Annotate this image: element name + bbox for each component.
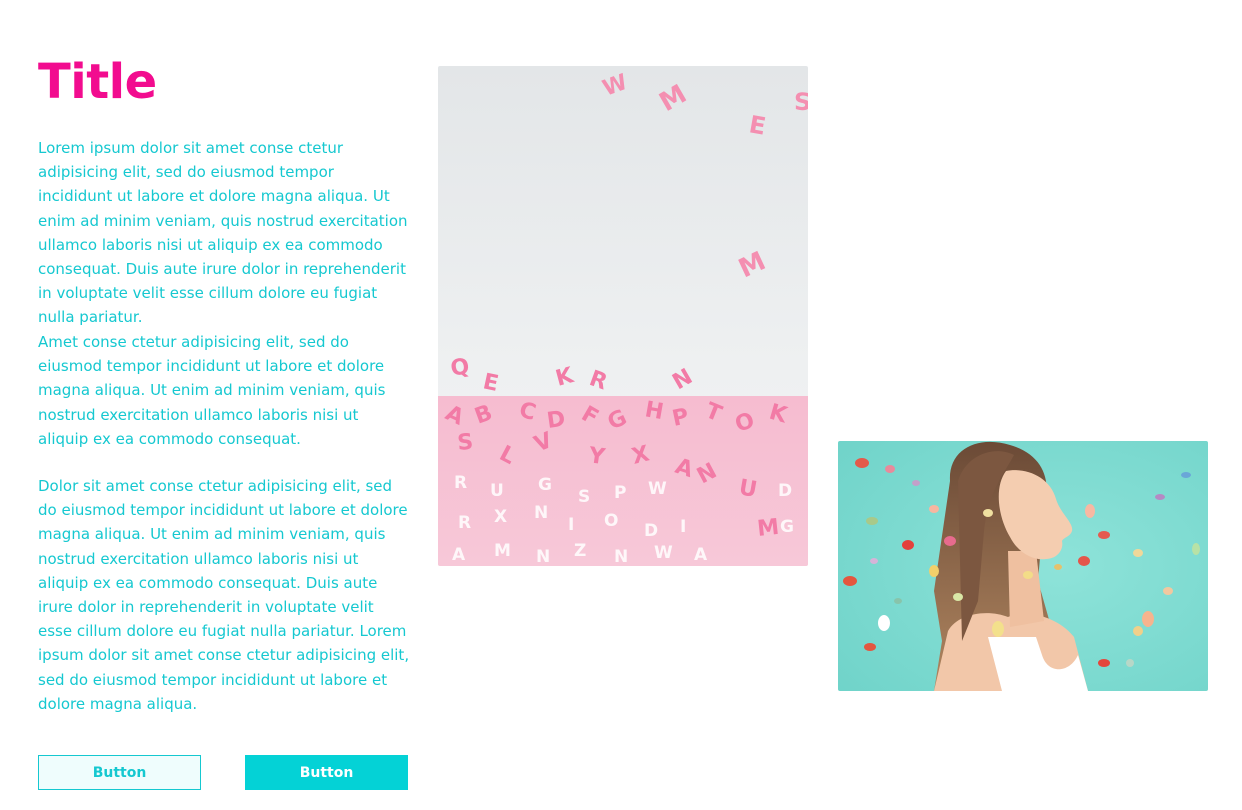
svg-text:R: R — [454, 473, 467, 493]
svg-text:N: N — [614, 547, 628, 566]
svg-text:S: S — [578, 487, 590, 507]
svg-text:P: P — [614, 483, 626, 503]
body-paragraph-3: Dolor sit amet conse ctetur adipisicing … — [38, 477, 410, 713]
page-title: Title — [38, 54, 157, 110]
svg-text:D: D — [644, 521, 658, 541]
svg-text:W: W — [654, 543, 673, 563]
svg-text:U: U — [490, 481, 504, 501]
secondary-button[interactable]: Button — [38, 755, 201, 790]
svg-text:A: A — [694, 545, 708, 565]
svg-text:I: I — [680, 517, 686, 537]
svg-text:W: W — [648, 479, 667, 499]
svg-text:X: X — [494, 507, 507, 527]
svg-text:M: M — [494, 541, 511, 561]
svg-text:N: N — [536, 547, 550, 566]
svg-text:R: R — [458, 513, 471, 533]
primary-button[interactable]: Button — [245, 755, 408, 790]
body-paragraph-2: Amet conse ctetur adipisicing elit, sed … — [38, 333, 386, 448]
pink-letters-photo: W M E S M Q E K R N A B C D F G H P T O … — [438, 66, 808, 566]
svg-text:D: D — [778, 481, 792, 501]
body-paragraph-1: Lorem ipsum dolor sit amet conse ctetur … — [38, 139, 408, 327]
svg-text:S: S — [794, 88, 808, 116]
svg-text:O: O — [604, 511, 618, 531]
svg-text:D: D — [545, 407, 567, 434]
svg-text:G: G — [780, 517, 794, 537]
confetti-portrait-photo — [838, 441, 1208, 691]
svg-text:A: A — [452, 545, 466, 565]
svg-text:G: G — [538, 475, 552, 495]
svg-text:M: M — [756, 515, 780, 542]
svg-text:N: N — [534, 503, 548, 523]
svg-text:I: I — [568, 515, 574, 535]
svg-text:S: S — [456, 430, 474, 456]
svg-text:Z: Z — [574, 541, 586, 561]
